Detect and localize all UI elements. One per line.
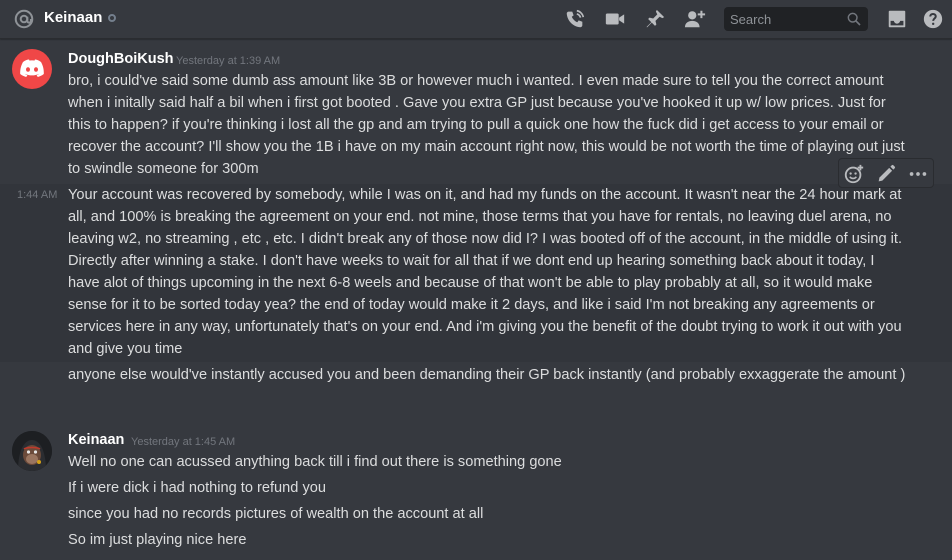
message-author[interactable]: DoughBoiKush (68, 51, 174, 67)
message-content: So im just playing nice here (68, 532, 247, 548)
discord-logo-icon (20, 59, 44, 77)
edit-icon[interactable] (875, 163, 897, 185)
search-box[interactable] (724, 7, 868, 31)
status-idle-icon (108, 14, 116, 22)
message-content: If i were dick i had nothing to refund y… (68, 480, 326, 496)
more-icon[interactable] (907, 163, 929, 185)
channel-header: Keinaan (0, 0, 952, 39)
video-icon[interactable] (604, 8, 626, 30)
avatar[interactable] (12, 431, 52, 471)
at-icon (14, 9, 34, 29)
add-friend-icon[interactable] (684, 8, 706, 30)
add-reaction-icon[interactable] (843, 163, 865, 185)
dm-recipient-name: Keinaan (44, 9, 103, 26)
message-content: Well no one can acussed anything back ti… (68, 454, 562, 470)
message-actions-toolbar (838, 158, 934, 188)
inbox-icon[interactable] (886, 8, 908, 30)
call-icon[interactable] (564, 8, 586, 30)
hooded-ape-avatar-icon (12, 431, 52, 471)
search-input[interactable] (724, 7, 840, 31)
message-timestamp: Yesterday at 1:45 AM (131, 436, 236, 448)
message-timestamp: Yesterday at 1:39 AM (176, 55, 281, 67)
message-content: since you had no records pictures of wea… (68, 506, 484, 522)
search-icon (847, 12, 861, 26)
message-hover-timestamp: 1:44 AM (17, 189, 58, 201)
message-content: Your account was recovered by somebody, … (68, 187, 903, 357)
message-content: bro, i could've said some dumb ass amoun… (68, 73, 905, 177)
message-content: anyone else would've instantly accused y… (68, 367, 906, 383)
message-author[interactable]: Keinaan (68, 432, 124, 448)
help-icon[interactable] (922, 8, 944, 30)
avatar[interactable] (12, 49, 52, 89)
pin-icon[interactable] (644, 8, 666, 30)
